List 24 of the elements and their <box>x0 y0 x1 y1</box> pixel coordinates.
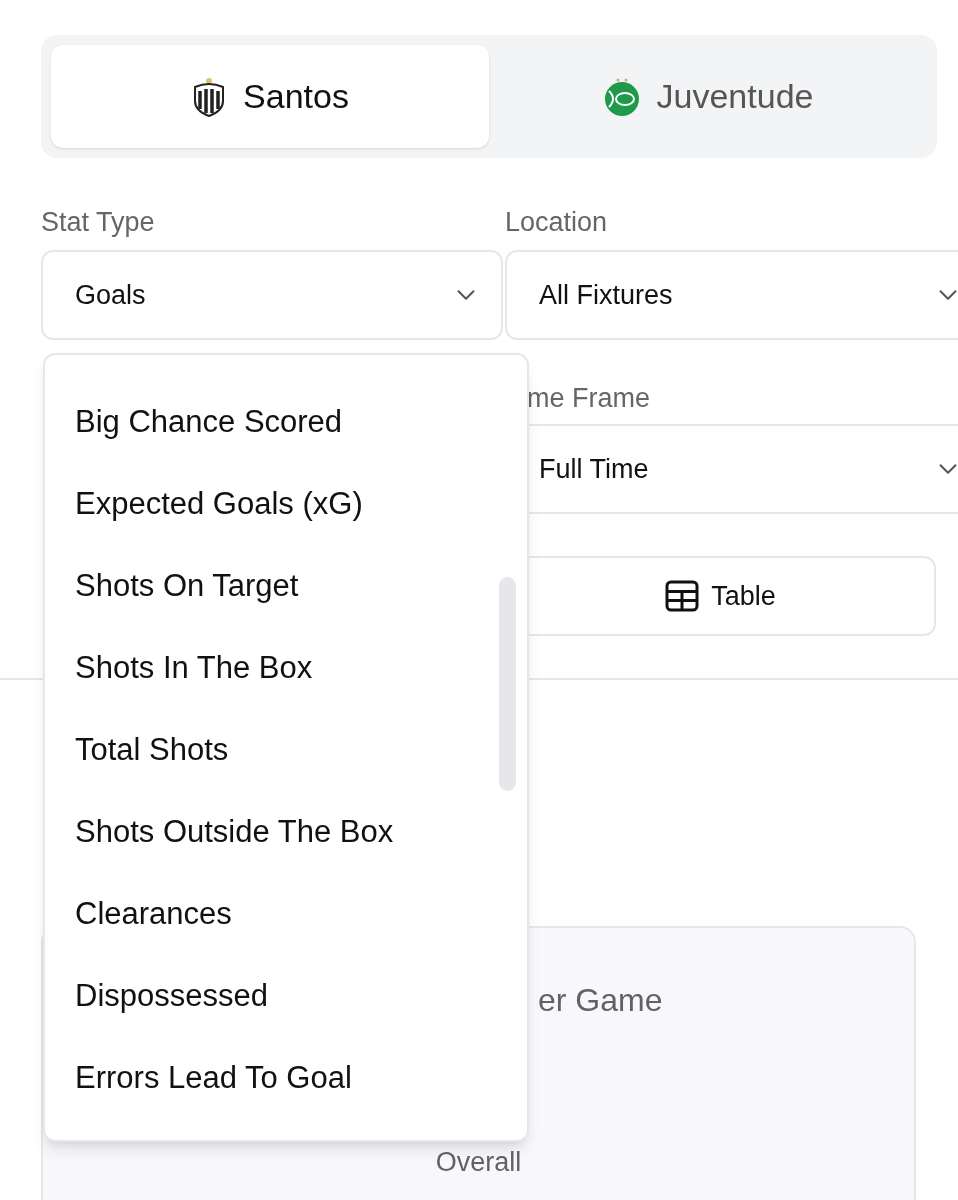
table-icon <box>665 580 700 612</box>
card-subtitle: Overall <box>435 1146 522 1179</box>
select-value: Goals <box>75 278 146 312</box>
team-tab[interactable]: Juventude <box>489 45 927 148</box>
round-crest-icon <box>602 76 641 117</box>
menu-option[interactable]: Big Chance Scored <box>75 398 343 446</box>
menu-option[interactable]: Clearances <box>75 890 232 938</box>
field-label: Location <box>505 206 609 239</box>
select-value: All Fixtures <box>539 278 673 312</box>
menu-option[interactable]: Errors Lead To Goal <box>75 1054 352 1102</box>
menu-option[interactable]: Dispossessed <box>75 972 268 1020</box>
scrollbar-thumb[interactable] <box>499 577 516 791</box>
field-label: me Frame <box>526 382 652 415</box>
team-tab[interactable]: Santos <box>51 45 489 148</box>
menu-option[interactable]: Shots In The Box <box>75 644 313 692</box>
card-title: er Game <box>538 982 663 1018</box>
select-value: Full Time <box>539 452 649 486</box>
field-label: Stat Type <box>41 206 156 239</box>
dropdown-select[interactable]: All Fixtures <box>505 250 958 340</box>
menu-option[interactable]: Shots On Target <box>75 562 299 610</box>
menu-option[interactable]: Shots Outside The Box <box>75 808 394 856</box>
dropdown-select[interactable]: Goals <box>41 250 503 340</box>
menu-option[interactable]: Total Shots <box>75 726 229 774</box>
menu-option[interactable]: Expected Goals (xG) <box>75 480 363 528</box>
